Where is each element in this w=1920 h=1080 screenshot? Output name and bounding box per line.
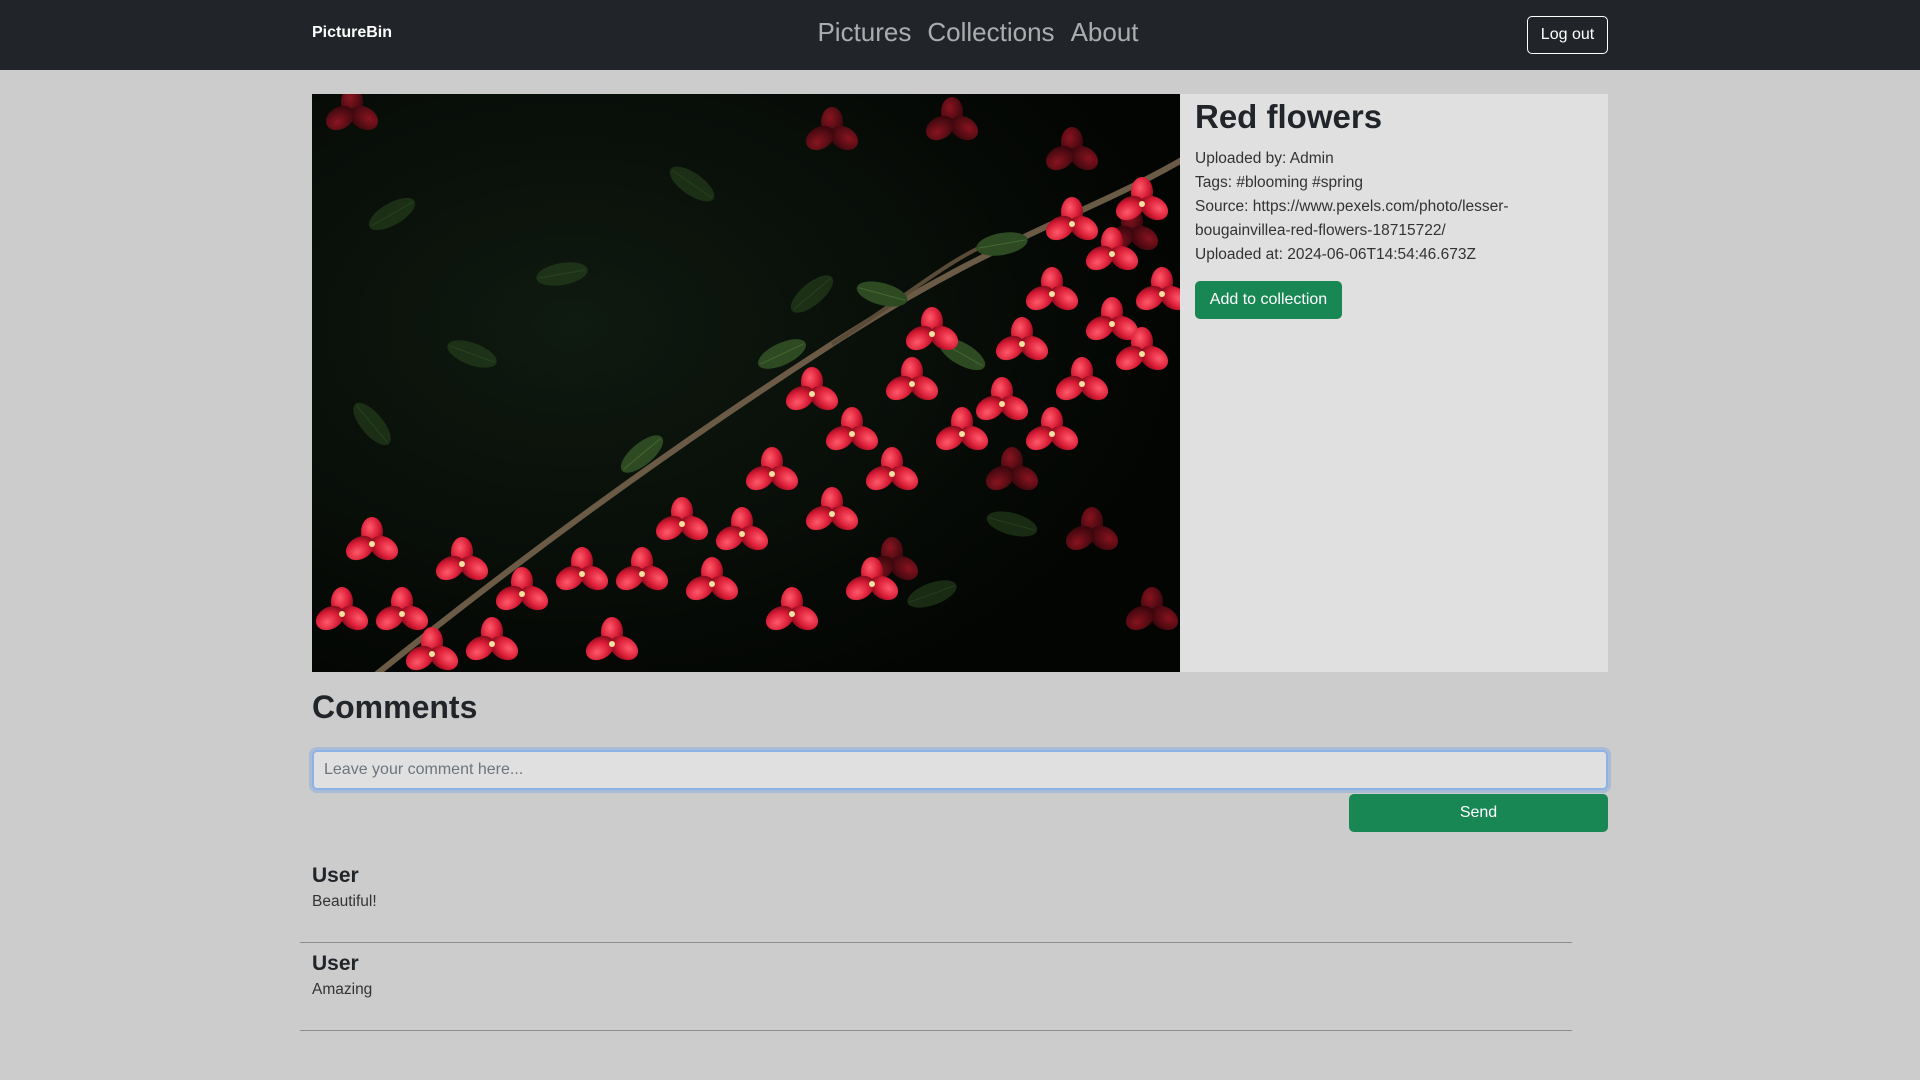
nav-link-pictures[interactable]: Pictures (817, 17, 911, 48)
picture-info-panel: Red flowers Uploaded by: Admin Tags: #bl… (1180, 94, 1608, 672)
comment-text: Beautiful! (312, 893, 377, 910)
picture-source-line-2: bougainvillea-red-flowers-18715722/ (1195, 222, 1446, 239)
comment-input[interactable] (312, 750, 1608, 790)
send-comment-button[interactable]: Send (1349, 794, 1608, 832)
add-to-collection-button[interactable]: Add to collection (1195, 281, 1342, 319)
uploaded-at: Uploaded at: 2024-06-06T14:54:46.673Z (1195, 246, 1476, 263)
nav-link-collections[interactable]: Collections (927, 17, 1054, 48)
uploaded-by: Uploaded by: Admin (1195, 150, 1334, 167)
comment-item: User Beautiful! (300, 855, 1572, 943)
picture-title: Red flowers (1195, 98, 1383, 135)
picture-tags: Tags: #blooming #spring (1195, 174, 1364, 191)
comment-item: User Amazing (300, 943, 1572, 1031)
comment-author: User (312, 864, 359, 887)
navbar: PictureBin Pictures Collections About Lo… (0, 0, 1920, 70)
nav-link-about[interactable]: About (1071, 17, 1139, 48)
nav-links: Pictures Collections About (0, 17, 1920, 48)
picture-image (312, 94, 1180, 672)
picture-source-line-1: Source: https://www.pexels.com/photo/les… (1195, 198, 1509, 215)
comment-author: User (312, 952, 359, 975)
logout-button[interactable]: Log out (1527, 16, 1608, 54)
comment-list: User Beautiful! User Amazing (300, 855, 1572, 1031)
comments-heading: Comments (312, 689, 478, 725)
comment-text: Amazing (312, 981, 373, 998)
